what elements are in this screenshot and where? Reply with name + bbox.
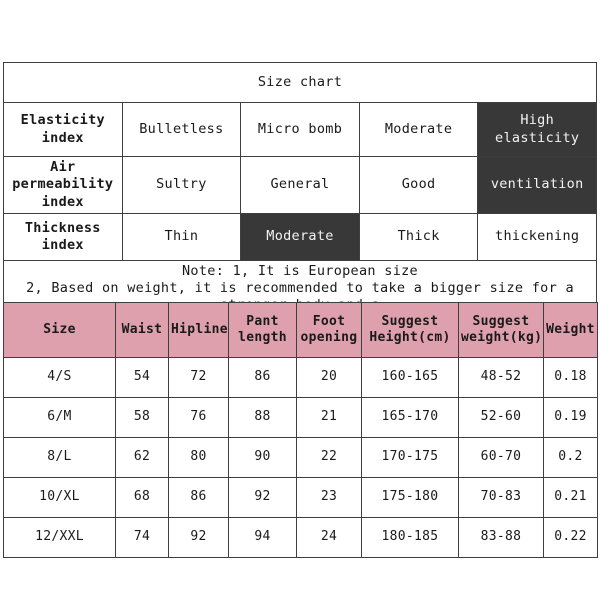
cell-foot-opening: 22	[296, 437, 362, 478]
cell-suggest-height: 165-170	[361, 397, 459, 438]
cell-hipline: 76	[168, 397, 229, 438]
attribute-cell-elasticity-0: Bulletless	[121, 102, 242, 157]
cell-pant-length: 86	[228, 357, 297, 398]
attribute-cell-air-permeability-1: General	[240, 156, 360, 214]
cell-hipline: 92	[168, 517, 229, 558]
column-header-suggest-weight: Suggest weight(kg)	[458, 302, 544, 358]
cell-size: 8/L	[3, 437, 116, 478]
column-header-pant-length: Pant length	[228, 302, 297, 358]
column-header-hipline: Hipline	[168, 302, 229, 358]
attribute-cell-air-permeability-2: Good	[358, 156, 479, 214]
attribute-cell-thickness-3: thickening	[477, 212, 597, 261]
attribute-row-air-permeability: Air permeability index Sultry General Go…	[3, 156, 597, 214]
cell-size: 12/XXL	[3, 517, 116, 558]
cell-suggest-weight: 52-60	[458, 397, 544, 438]
attribute-cell-thickness-2: Thick	[358, 212, 479, 261]
cell-size: 6/M	[3, 397, 116, 438]
cell-pant-length: 88	[228, 397, 297, 438]
cell-weight: 0.21	[543, 477, 598, 518]
table-row: 4/S 54 72 86 20 160-165 48-52 0.18	[3, 357, 598, 398]
cell-pant-length: 90	[228, 437, 297, 478]
cell-hipline: 72	[168, 357, 229, 398]
cell-size: 4/S	[3, 357, 116, 398]
cell-suggest-height: 175-180	[361, 477, 459, 518]
cell-waist: 58	[115, 397, 169, 438]
column-header-waist: Waist	[115, 302, 169, 358]
cell-suggest-weight: 70-83	[458, 477, 544, 518]
attributes-table: Size chart Elasticity index Bulletless M…	[3, 62, 597, 335]
cell-foot-opening: 21	[296, 397, 362, 438]
attribute-cell-thickness-1-selected: Moderate	[240, 212, 360, 261]
cell-suggest-height: 170-175	[361, 437, 459, 478]
table-row: 12/XXL 74 92 94 24 180-185 83-88 0.22	[3, 517, 598, 558]
attribute-row-thickness: Thickness index Thin Moderate Thick thic…	[3, 212, 597, 261]
cell-weight: 0.19	[543, 397, 598, 438]
page-title: Size chart	[3, 62, 597, 103]
note-line-1: Note: 1, It is European size	[182, 262, 418, 279]
cell-weight: 0.2	[543, 437, 598, 478]
attribute-label-air-permeability: Air permeability index	[3, 156, 123, 214]
measurements-header-row: Size Waist Hipline Pant length Foot open…	[3, 302, 598, 358]
cell-foot-opening: 20	[296, 357, 362, 398]
cell-suggest-weight: 48-52	[458, 357, 544, 398]
attribute-label-elasticity: Elasticity index	[3, 102, 123, 157]
column-header-size: Size	[3, 302, 116, 358]
column-header-suggest-height: Suggest Height(cm)	[361, 302, 459, 358]
attribute-cell-elasticity-1: Micro bomb	[240, 102, 360, 157]
cell-waist: 68	[115, 477, 169, 518]
cell-size: 10/XL	[3, 477, 116, 518]
table-row: 8/L 62 80 90 22 170-175 60-70 0.2	[3, 437, 598, 478]
cell-suggest-height: 180-185	[361, 517, 459, 558]
size-chart-page: Size chart Elasticity index Bulletless M…	[0, 0, 600, 600]
cell-foot-opening: 23	[296, 477, 362, 518]
measurements-table: Size Waist Hipline Pant length Foot open…	[3, 302, 598, 558]
cell-foot-opening: 24	[296, 517, 362, 558]
cell-suggest-weight: 60-70	[458, 437, 544, 478]
cell-hipline: 86	[168, 477, 229, 518]
attribute-cell-elasticity-2: Moderate	[358, 102, 479, 157]
attribute-cell-air-permeability-3-selected: ventilation	[477, 156, 597, 214]
title-row: Size chart	[3, 62, 597, 103]
cell-pant-length: 92	[228, 477, 297, 518]
cell-weight: 0.22	[543, 517, 598, 558]
column-header-foot-opening: Foot opening	[296, 302, 362, 358]
cell-waist: 62	[115, 437, 169, 478]
cell-waist: 54	[115, 357, 169, 398]
table-row: 10/XL 68 86 92 23 175-180 70-83 0.21	[3, 477, 598, 518]
attribute-label-thickness: Thickness index	[3, 212, 123, 261]
attribute-cell-elasticity-3-selected: High elasticity	[477, 102, 597, 157]
cell-suggest-weight: 83-88	[458, 517, 544, 558]
cell-hipline: 80	[168, 437, 229, 478]
cell-suggest-height: 160-165	[361, 357, 459, 398]
attribute-cell-air-permeability-0: Sultry	[121, 156, 242, 214]
cell-waist: 74	[115, 517, 169, 558]
cell-weight: 0.18	[543, 357, 598, 398]
attribute-row-elasticity: Elasticity index Bulletless Micro bomb M…	[3, 102, 597, 157]
cell-pant-length: 94	[228, 517, 297, 558]
table-row: 6/M 58 76 88 21 165-170 52-60 0.19	[3, 397, 598, 438]
attribute-cell-thickness-0: Thin	[121, 212, 242, 261]
column-header-weight: Weight	[543, 302, 598, 358]
